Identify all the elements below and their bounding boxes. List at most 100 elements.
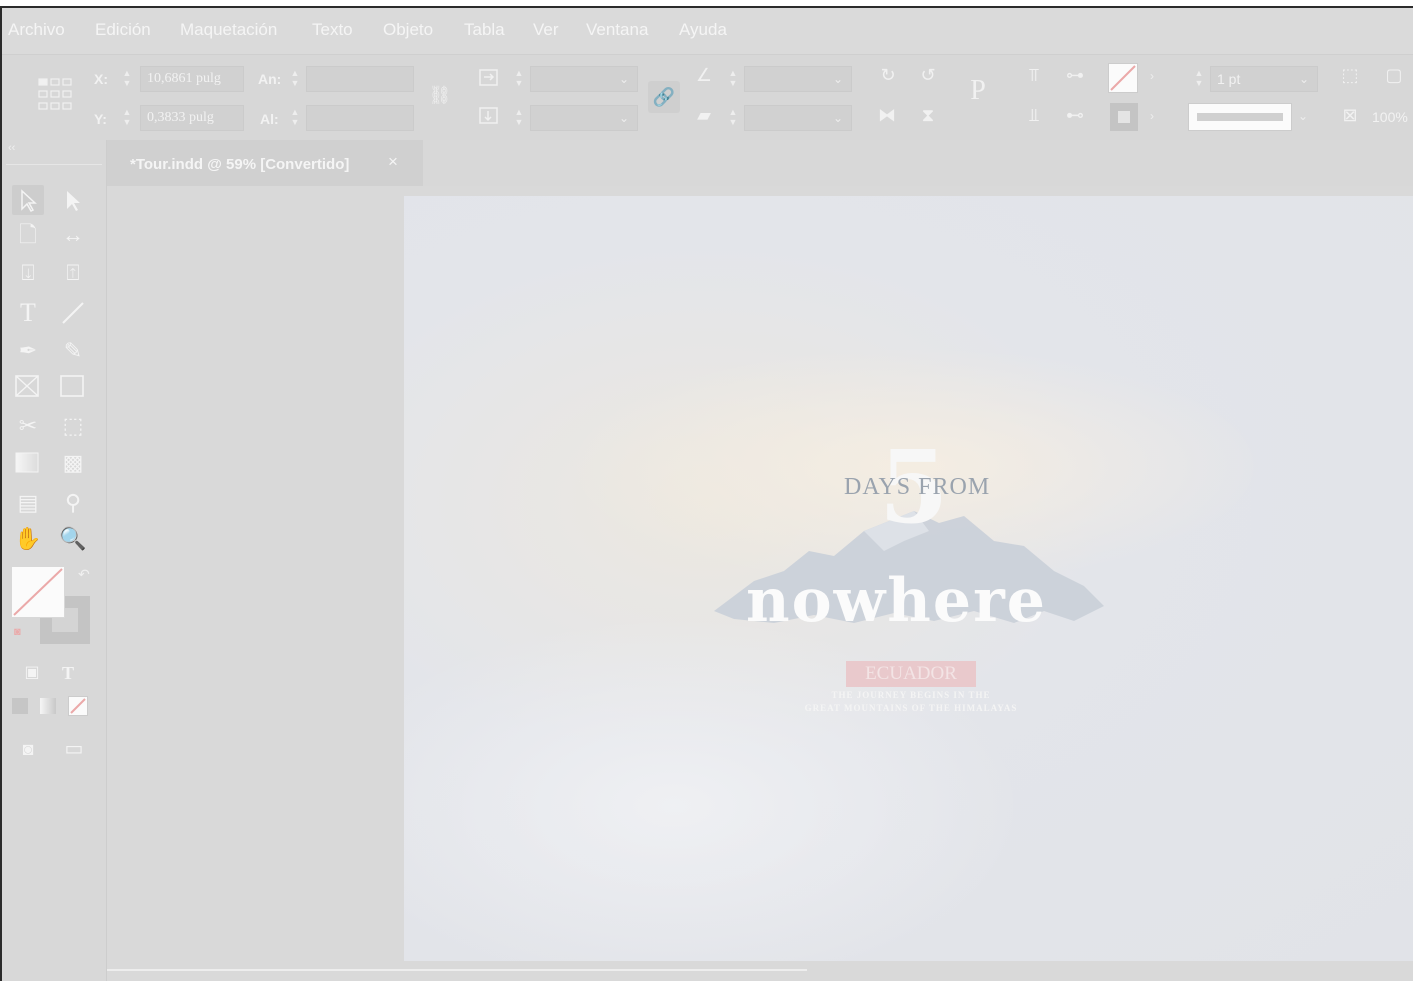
page-tool-icon[interactable]: 🗋 xyxy=(12,220,44,250)
content-collector-tool-icon[interactable]: ⍗ xyxy=(12,258,44,288)
artwork-subline-1: THE JOURNEY BEGINS IN THE xyxy=(831,690,991,700)
distribute-icon[interactable]: ⊶ xyxy=(1060,65,1090,85)
menu-texto[interactable]: Texto xyxy=(312,20,353,40)
close-tab-icon[interactable]: × xyxy=(388,152,398,172)
fill-swatch[interactable] xyxy=(1108,63,1138,93)
screen-mode-normal-icon[interactable]: ◙ xyxy=(12,734,44,764)
stroke-weight-stepper-icon[interactable]: ▲ ▼ xyxy=(1194,68,1204,90)
constrain-scale-icon[interactable]: 🔗 xyxy=(648,81,680,113)
artwork-headline: nowhere xyxy=(746,566,1047,636)
shear-stepper-icon[interactable]: ▲ ▼ xyxy=(728,107,738,129)
height-stepper-icon[interactable]: ▲ ▼ xyxy=(290,107,300,129)
free-transform-tool-icon[interactable]: ⬚ xyxy=(57,411,89,441)
document-tab-bar: *Tour.indd @ 59% [Convertido] × xyxy=(107,140,1413,186)
rectangle-tool-icon[interactable] xyxy=(57,372,89,402)
zoom-tool-icon[interactable]: 🔍 xyxy=(57,524,89,554)
x-field[interactable]: 10,6861 pulg xyxy=(140,66,244,92)
eyedropper-tool-icon[interactable]: ⚲ xyxy=(57,488,89,518)
collapse-panel-icon[interactable]: ‹‹ xyxy=(8,142,15,154)
height-field[interactable] xyxy=(306,105,414,131)
align-center-icon[interactable]: ⫫ xyxy=(1022,105,1046,125)
default-fill-stroke-icon[interactable]: ◙ xyxy=(14,626,21,638)
scale-x-icon[interactable] xyxy=(478,67,500,89)
distribute-spacing-icon[interactable]: ⊷ xyxy=(1060,105,1090,125)
document-tab-title: *Tour.indd @ 59% [Convertido] xyxy=(130,156,350,173)
scale-y-field[interactable]: ⌄ xyxy=(530,105,638,131)
frame-fitting-icon[interactable]: ⬚ xyxy=(1338,65,1362,85)
menu-tabla[interactable]: Tabla xyxy=(464,20,505,40)
reference-p-icon: P xyxy=(970,75,986,106)
stroke-type-dropdown[interactable] xyxy=(1188,103,1292,131)
pen-tool-icon[interactable]: ✒ xyxy=(12,336,44,366)
artwork-subline-2: GREAT MOUNTAINS OF THE HIMALAYAS xyxy=(804,703,1018,713)
y-field[interactable]: 0,3833 pulg xyxy=(140,105,244,131)
fill-menu-chevron-icon[interactable]: › xyxy=(1150,69,1154,83)
document-tab[interactable]: *Tour.indd @ 59% [Convertido] × xyxy=(107,140,423,186)
formatting-text-icon[interactable]: T xyxy=(52,658,84,688)
apply-color-icon[interactable] xyxy=(12,698,28,714)
gradient-feather-tool-icon[interactable]: ▩ xyxy=(57,448,89,478)
apply-none-icon[interactable] xyxy=(68,696,88,716)
flip-horizontal-icon[interactable]: ⧓ xyxy=(872,105,902,125)
x-stepper-icon[interactable]: ▲ ▼ xyxy=(122,68,132,90)
stroke-swatch[interactable] xyxy=(1110,103,1138,131)
width-field[interactable] xyxy=(306,66,414,92)
width-label: An: xyxy=(258,71,282,87)
hand-tool-icon[interactable]: ✋ xyxy=(12,524,44,554)
rotate-ccw-icon[interactable]: ↺ xyxy=(914,65,942,85)
scale-percent-icon: ⊠ xyxy=(1342,105,1358,125)
fill-box[interactable] xyxy=(11,566,65,618)
rotate-stepper-icon[interactable]: ▲ ▼ xyxy=(728,68,738,90)
flip-vertical-icon[interactable]: ⧗ xyxy=(914,105,942,125)
note-tool-icon[interactable]: ▤ xyxy=(12,488,44,518)
scale-y-icon[interactable] xyxy=(478,105,500,127)
scale-x-stepper-icon[interactable]: ▲ ▼ xyxy=(514,68,524,90)
pencil-tool-icon[interactable]: ✎ xyxy=(57,336,89,366)
scissors-tool-icon[interactable]: ✂ xyxy=(12,411,44,441)
gap-tool-icon[interactable]: ↔ xyxy=(57,220,89,250)
align-top-icon[interactable]: ⫪ xyxy=(1022,65,1046,85)
rotate-field[interactable]: ⌄ xyxy=(744,66,852,92)
height-label: Al: xyxy=(260,111,279,127)
formatting-container-icon[interactable]: ▣ xyxy=(16,658,48,688)
reference-point-icon[interactable] xyxy=(36,77,78,115)
menu-ver[interactable]: Ver xyxy=(533,20,559,40)
scale-y-stepper-icon[interactable]: ▲ ▼ xyxy=(514,107,524,129)
gradient-swatch-tool-icon[interactable] xyxy=(12,448,44,478)
constrain-proportions-icon[interactable]: ⛓ xyxy=(428,85,452,105)
artwork-ribbon: ECUADOR xyxy=(846,661,976,687)
rectangle-frame-tool-icon[interactable] xyxy=(12,372,44,402)
menu-bar: Archivo Edición Maquetación Texto Objeto… xyxy=(2,8,1413,54)
menu-ayuda[interactable]: Ayuda xyxy=(679,20,727,40)
menu-ventana[interactable]: Ventana xyxy=(586,20,648,40)
fill-stroke-swap-icon[interactable]: ↶ xyxy=(78,566,90,583)
screen-mode-menu-icon[interactable]: ▭ xyxy=(58,734,90,764)
selection-tool-icon[interactable] xyxy=(12,185,44,215)
x-value: 10,6861 pulg xyxy=(147,71,221,86)
artwork-ribbon-text: ECUADOR xyxy=(865,663,957,684)
direct-selection-tool-icon[interactable] xyxy=(57,185,89,215)
frame-options-icon[interactable]: ▢ xyxy=(1382,65,1406,85)
scale-percent-value[interactable]: 100% xyxy=(1372,109,1408,125)
window-top-edge xyxy=(0,0,1413,8)
menu-objeto[interactable]: Objeto xyxy=(383,20,433,40)
stroke-menu-chevron-icon[interactable]: › xyxy=(1150,109,1154,123)
stroke-type-chevron-icon[interactable]: ⌄ xyxy=(1298,109,1308,123)
type-tool-icon[interactable]: T xyxy=(12,298,44,328)
apply-gradient-icon[interactable] xyxy=(40,698,56,714)
rotate-cw-icon[interactable]: ↻ xyxy=(874,65,902,85)
control-panel: X: ▲ ▼ 10,6861 pulg Y: ▲ ▼ 0,3833 pulg An:… xyxy=(2,54,1413,141)
menu-maquetacion[interactable]: Maquetación xyxy=(180,20,277,40)
line-tool-icon[interactable] xyxy=(57,298,89,328)
shear-angle-icon: ▰ xyxy=(697,105,711,125)
stroke-weight-value: 1 pt xyxy=(1217,71,1241,87)
menu-archivo[interactable]: Archivo xyxy=(8,20,65,40)
scale-x-field[interactable]: ⌄ xyxy=(530,66,638,92)
menu-edicion[interactable]: Edición xyxy=(95,20,151,40)
stroke-weight-field[interactable]: 1 pt ⌄ xyxy=(1210,66,1318,92)
y-stepper-icon[interactable]: ▲ ▼ xyxy=(122,107,132,129)
width-stepper-icon[interactable]: ▲ ▼ xyxy=(290,68,300,90)
content-placer-tool-icon[interactable]: ⍐ xyxy=(57,258,89,288)
shear-field[interactable]: ⌄ xyxy=(744,105,852,131)
document-page[interactable]: 5 DAYS FROM nowhere ECUADOR THE JOURNEY … xyxy=(404,196,1413,961)
